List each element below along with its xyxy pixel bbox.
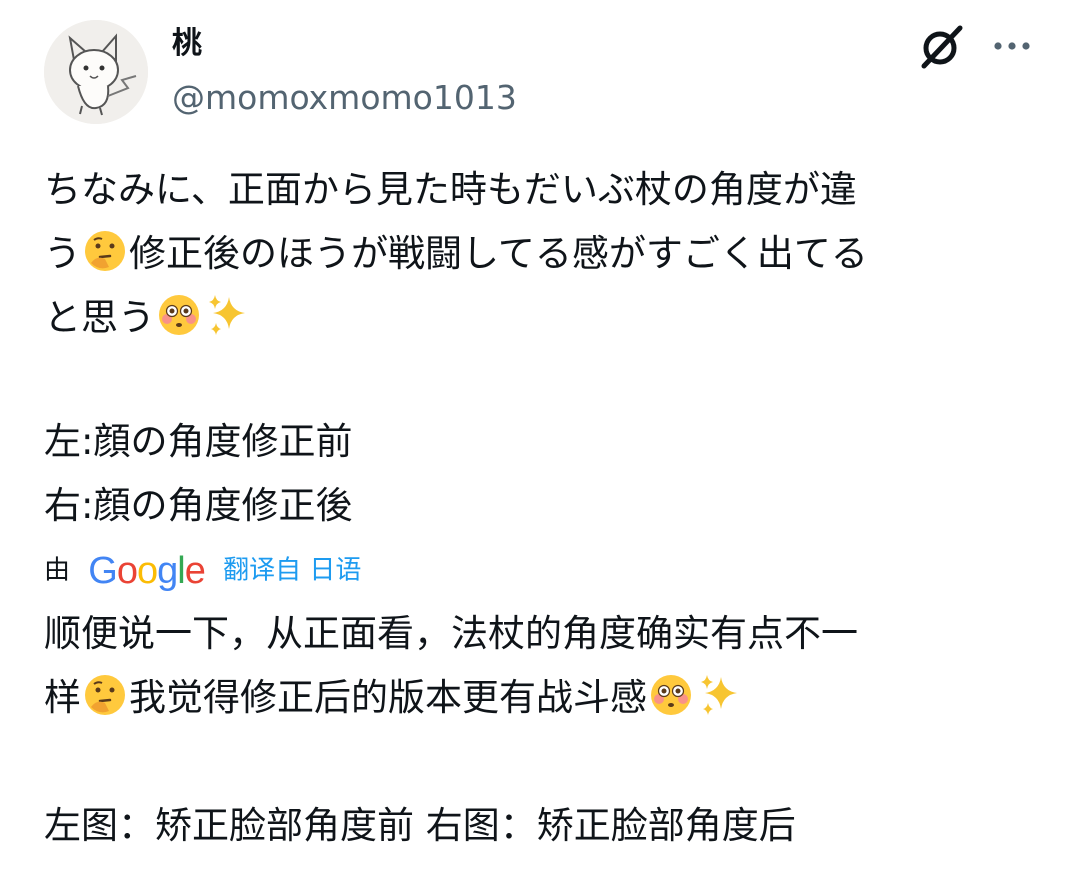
sparkles-emoji bbox=[209, 295, 245, 335]
more-options-button[interactable] bbox=[988, 26, 1036, 66]
tweet-text-line: う 修正後のほうが戦闘してる感がすごく出てる bbox=[44, 226, 1044, 282]
tweet-text-line: 右:顔の角度修正後 bbox=[44, 478, 1044, 534]
by-label: 由 bbox=[44, 555, 71, 586]
tweet-text-line: 左:顔の角度修正前 bbox=[44, 414, 1044, 470]
tweet-text: ちなみに、正面から見た時もだいぶ杖の角度が違 bbox=[44, 168, 857, 211]
tweet-text: 右:顔の角度修正後 bbox=[44, 484, 353, 527]
display-name[interactable]: 桃 bbox=[172, 26, 202, 62]
translated-text: 左图：矫正脸部角度前 右图：矫正脸部角度后 bbox=[44, 804, 796, 847]
translated-text: 我觉得修正后的版本更有战斗感 bbox=[129, 676, 647, 719]
thinking-face-emoji bbox=[85, 231, 125, 271]
tweet-header: 桃 @momoxmomo1013 bbox=[0, 0, 1080, 140]
translation-attribution: 由 Google 翻译自 日语 bbox=[44, 546, 361, 594]
tweet-text: と思う bbox=[44, 296, 155, 339]
tweet-text: う bbox=[44, 232, 81, 275]
user-handle[interactable]: @momoxmomo1013 bbox=[172, 78, 517, 118]
thinking-face-emoji bbox=[85, 675, 125, 715]
more-horizontal-icon bbox=[994, 42, 1030, 50]
translated-from-link[interactable]: 翻译自 日语 bbox=[223, 556, 361, 586]
tweet-text: 左:顔の角度修正前 bbox=[44, 420, 353, 463]
translated-text: 顺便说一下，从正面看，法杖的角度确实有点不一 bbox=[44, 612, 858, 655]
tweet-text: 修正後のほうが戦闘してる感がすごく出てる bbox=[129, 232, 868, 275]
avatar-drawing bbox=[44, 20, 148, 124]
flushed-face-emoji bbox=[159, 295, 199, 335]
translated-text-line: 顺便说一下，从正面看，法杖的角度确实有点不一 bbox=[44, 606, 1044, 662]
tweet-text-line: と思う bbox=[44, 290, 1044, 346]
google-logo: Google bbox=[88, 549, 206, 592]
translated-text-line: 左图：矫正脸部角度前 右图：矫正脸部角度后 bbox=[44, 798, 1044, 854]
translated-text: 样 bbox=[44, 676, 81, 719]
flushed-face-emoji bbox=[651, 675, 691, 715]
avatar[interactable] bbox=[44, 20, 148, 124]
translated-text-line: 样 我觉得修正后的版本更有战斗感 bbox=[44, 670, 1044, 726]
sparkles-emoji bbox=[701, 675, 737, 715]
grok-icon[interactable] bbox=[918, 22, 966, 70]
tweet-text-line: ちなみに、正面から見た時もだいぶ杖の角度が違 bbox=[44, 162, 1044, 218]
